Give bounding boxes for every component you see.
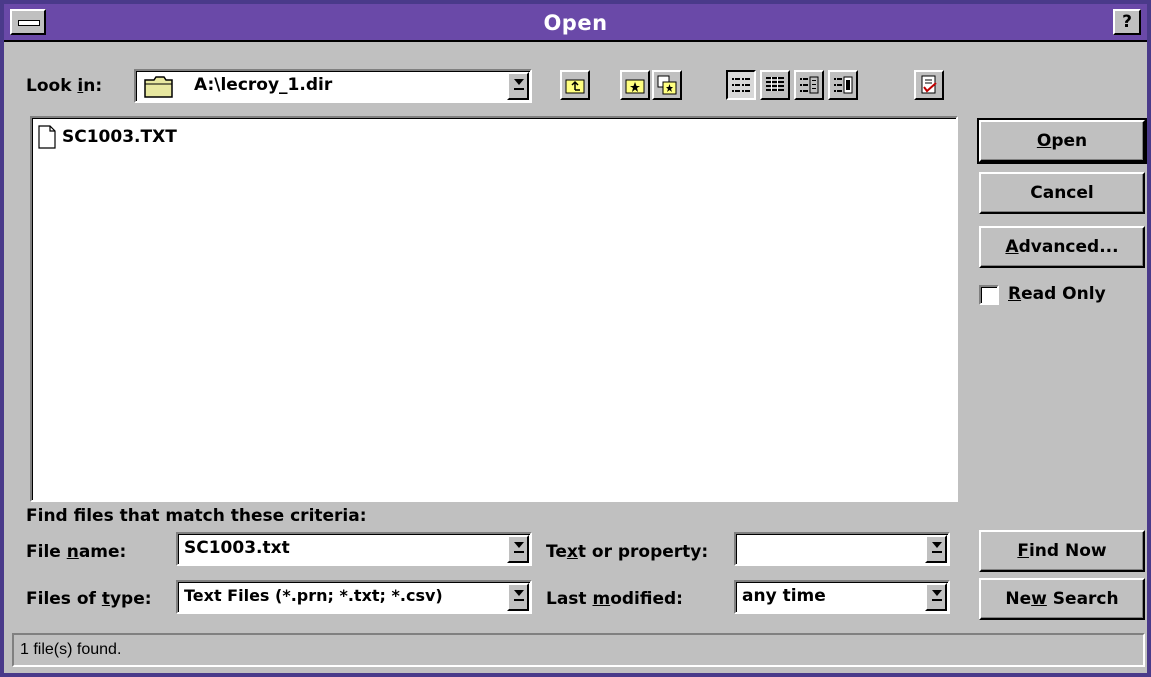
folder-icon (144, 76, 173, 98)
files-of-type-dropdown-button[interactable] (507, 583, 529, 611)
title-bar[interactable]: Open ? (4, 4, 1147, 42)
read-only-checkbox[interactable] (979, 285, 999, 305)
properties-view-button[interactable] (794, 70, 824, 100)
look-in-label: Look in: (26, 76, 103, 96)
look-in-favorites-icon (625, 79, 645, 94)
help-button[interactable]: ? (1113, 9, 1141, 35)
last-modified-dropdown-button[interactable] (925, 583, 947, 611)
text-or-property-combo[interactable] (734, 532, 950, 566)
last-modified-combo[interactable]: any time (734, 580, 950, 614)
file-name: SC1003.TXT (62, 127, 177, 147)
list-item[interactable]: SC1003.TXT (38, 124, 177, 150)
up-one-level-icon (565, 79, 585, 94)
file-name-label: File name: (26, 542, 127, 562)
add-to-favorites-button[interactable] (652, 70, 682, 100)
files-of-type-value: Text Files (*.prn; *.txt; *.csv) (184, 586, 443, 605)
open-button[interactable]: Open (977, 118, 1147, 164)
read-only-label[interactable]: Read Only (1008, 284, 1106, 304)
details-view-button[interactable] (760, 70, 790, 100)
find-now-button[interactable]: Find Now (979, 530, 1145, 572)
list-view-icon (732, 78, 750, 92)
new-search-button[interactable]: New Search (979, 578, 1145, 620)
up-one-level-button[interactable] (560, 70, 590, 100)
text-or-property-label: Text or property: (546, 542, 709, 562)
text-or-property-dropdown-button[interactable] (925, 535, 947, 563)
look-in-favorites-button[interactable] (620, 70, 650, 100)
properties-view-icon (800, 76, 819, 94)
look-in-dropdown-button[interactable] (507, 72, 529, 100)
files-of-type-combo[interactable]: Text Files (*.prn; *.txt; *.csv) (176, 580, 532, 614)
status-bar: 1 file(s) found. (12, 633, 1145, 667)
file-list[interactable]: SC1003.TXT (30, 116, 958, 502)
add-to-favorites-icon (657, 75, 677, 95)
text-file-icon (38, 125, 56, 149)
list-view-button[interactable] (726, 70, 756, 100)
preview-view-button[interactable] (828, 70, 858, 100)
status-text: 1 file(s) found. (20, 641, 122, 658)
advanced-button[interactable]: Advanced... (979, 226, 1145, 268)
last-modified-label: Last modified: (546, 589, 683, 609)
look-in-value: A:\lecroy_1.dir (194, 75, 333, 95)
preview-view-icon (834, 76, 853, 94)
dialog-title: Open (543, 11, 608, 35)
commands-settings-button[interactable] (914, 70, 944, 100)
file-name-combo[interactable]: SC1003.txt (176, 532, 532, 566)
file-name-dropdown-button[interactable] (507, 535, 529, 563)
file-name-value: SC1003.txt (184, 538, 290, 558)
criteria-heading: Find files that match these criteria: (26, 506, 367, 526)
details-view-icon (766, 77, 784, 91)
open-dialog: Open ? Look in: A:\lecroy_1.dir SC1003.T… (0, 0, 1151, 677)
last-modified-value: any time (742, 586, 826, 606)
look-in-combo[interactable]: A:\lecroy_1.dir (134, 69, 532, 103)
files-of-type-label: Files of type: (26, 589, 152, 609)
cancel-button[interactable]: Cancel (979, 172, 1145, 214)
commands-settings-icon (921, 75, 937, 94)
